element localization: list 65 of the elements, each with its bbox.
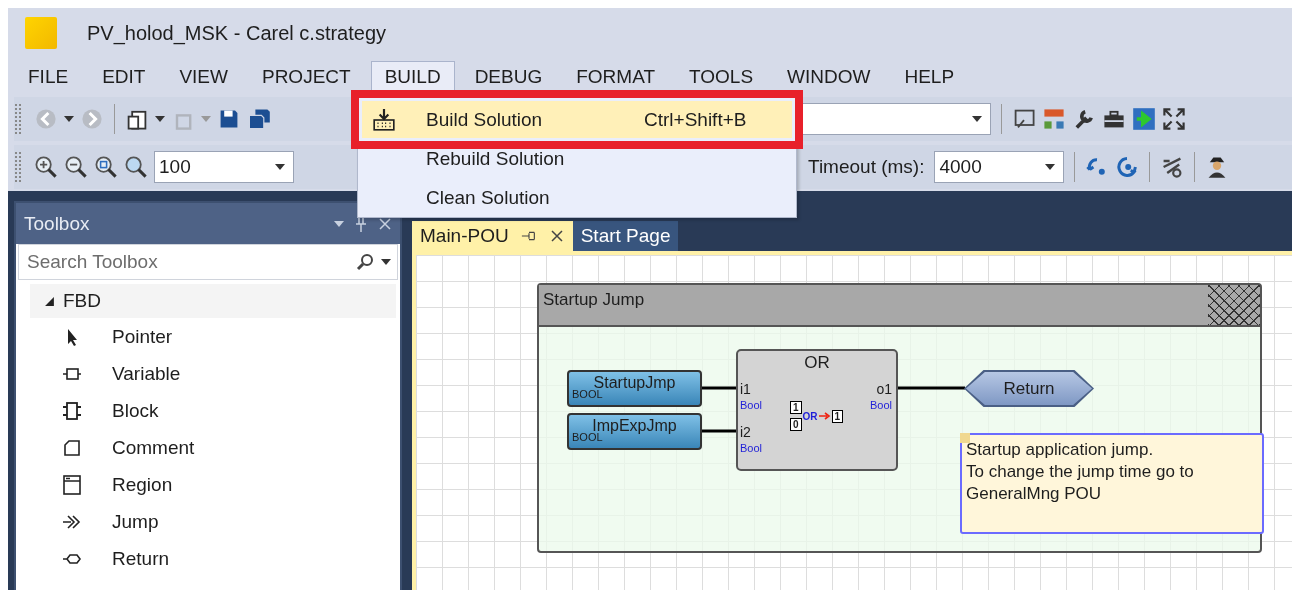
window-title: PV_holod_MSK - Carel c.strategy [87,21,387,45]
toolbox-title: Toolbox [24,212,90,235]
caret-icon[interactable] [64,116,74,122]
zoom-dropdown[interactable]: 100 [154,151,294,183]
region-tool-icon[interactable] [60,472,84,497]
menu-item[interactable]: BUILD [370,60,455,93]
timeout-label: Timeout (ms): [808,156,925,178]
wire [702,386,736,390]
caret-icon[interactable] [972,116,982,122]
menu-item[interactable]: VIEW [165,60,242,93]
menu-item[interactable]: Rebuild Solution [362,140,792,177]
network-icon[interactable] [1042,107,1066,131]
menu-item[interactable]: TOOLS [675,60,768,93]
toolbox-item[interactable]: Return [112,547,170,570]
toolbox-item[interactable]: Jump [112,510,159,533]
menu-item[interactable]: EDIT [88,60,160,93]
pin-label: o1 [876,381,892,397]
dropdown-arrow-icon[interactable] [334,220,344,227]
group-label: FBD [63,290,101,312]
save-all-icon[interactable] [247,107,271,131]
pin-type: Bool [740,442,763,454]
timeout-dropdown[interactable]: 4000 [934,151,1065,183]
pin-label: i2 [740,424,752,440]
search-icon[interactable] [355,252,375,272]
document-tab[interactable]: Main-POU [412,221,573,251]
document-tab[interactable]: Start Page [572,221,679,251]
toolbox-item[interactable]: Region [112,473,173,496]
menu-item[interactable]: PROJECT [247,60,365,93]
block-name: OR [803,353,831,373]
toolbox-item[interactable]: Variable [112,362,181,385]
close-icon[interactable] [548,229,565,243]
menu-item[interactable]: WINDOW [773,60,885,93]
caret-icon[interactable] [381,259,391,265]
zoom-out-icon[interactable] [64,155,88,179]
search-field[interactable]: Search Toolbox [18,244,398,280]
toolbox-item[interactable]: Comment [112,436,195,459]
toolbox-item[interactable]: Block [112,399,159,422]
fullscreen-icon[interactable] [1162,107,1186,131]
caret-icon[interactable] [155,116,165,122]
toolbox-item[interactable]: Pointer [112,325,173,348]
variable-node[interactable]: StartupJmp BOOL [567,370,702,407]
wire [702,429,736,433]
step-into-icon[interactable] [1115,155,1140,179]
comment-note[interactable]: Startup application jump. To change the jump time go to GeneralMng POU [960,433,1264,534]
zoom-icon[interactable] [124,155,148,179]
hatch-icon[interactable] [1208,285,1260,325]
region-title: Startup Jump [543,290,645,311]
toolbox-group-header[interactable]: FBD [30,284,396,318]
wire [898,386,965,390]
pin-icon[interactable] [520,229,537,243]
menu-item[interactable]: FORMAT [562,60,669,93]
return-node[interactable]: Return [964,370,1094,407]
menu-item[interactable]: FILE [14,60,83,93]
pin-type: Bool [869,399,892,411]
app-logo-icon [25,17,57,49]
build-icon [372,107,396,132]
zoom-in-icon[interactable] [34,155,58,179]
menu-item[interactable]: HELP [890,60,969,93]
search-input[interactable]: Search Toolbox [25,250,355,274]
variable-node[interactable]: ImpExpJmp BOOL [567,413,702,450]
pin-label: i1 [740,381,752,397]
zoom-fit-icon[interactable] [94,155,118,179]
menu-item[interactable]: Clean Solution [362,179,792,216]
menu-item[interactable]: DEBUG [460,60,557,93]
pin-type: Bool [740,399,763,411]
